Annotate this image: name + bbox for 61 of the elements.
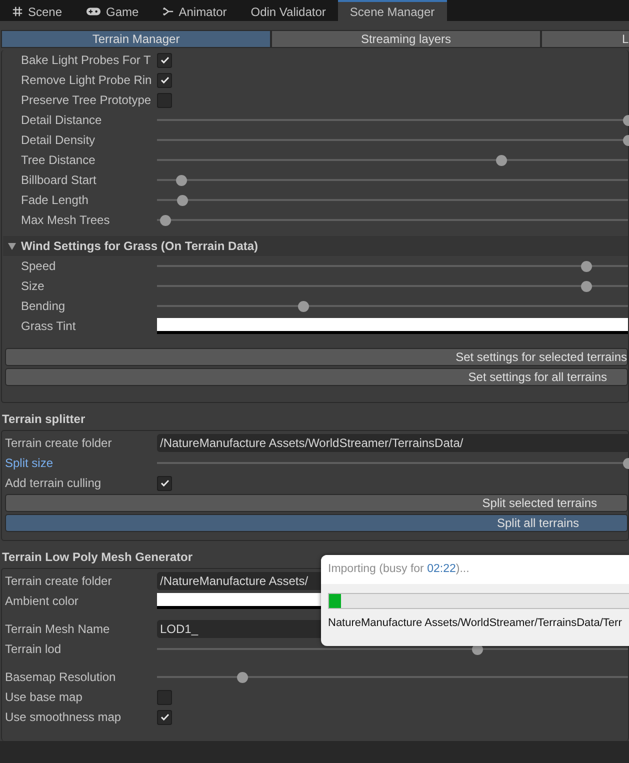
section-title: Terrain splitter (1, 411, 86, 428)
window-tab[interactable]: Scene Manager (338, 0, 447, 21)
field-label: Remove Light Probe Rin (20, 73, 153, 87)
checkbox[interactable] (157, 476, 172, 490)
checkbox[interactable] (157, 690, 172, 704)
branch-icon (162, 6, 174, 17)
progress-detail: NatureManufacture Assets/WorldStreamer/TerrainsData/Terr (328, 617, 623, 629)
field-label: Size (20, 279, 46, 293)
toolbar-tab[interactable]: Terrain Manager (1, 30, 271, 48)
gamepad-icon (86, 6, 102, 17)
slider-thumb[interactable] (176, 174, 187, 186)
field-label: Preserve Tree Prototype (20, 93, 152, 107)
window-tab[interactable]: Animator (150, 0, 239, 21)
field-label: Detail Distance (20, 113, 103, 127)
action-button[interactable]: Set settings for selected terrains (5, 348, 628, 366)
field-label: Split size (5, 456, 54, 470)
field-label: Speed (20, 259, 57, 273)
toolbar-tab[interactable]: L (541, 30, 629, 48)
field-label: Use base map (5, 690, 84, 704)
window-tab[interactable]: Odin Validator (238, 0, 338, 21)
text-field[interactable]: /NatureManufacture Assets/WorldStreamer/TerrainsData/ (157, 434, 628, 452)
field-label: Use smoothness map (5, 710, 122, 724)
field-label: Ambient color (5, 594, 80, 608)
slider-thumb[interactable] (580, 260, 592, 272)
action-button[interactable]: Split selected terrains (5, 494, 628, 512)
checkbox[interactable] (157, 92, 172, 108)
field-label: Fade Length (20, 193, 90, 207)
checkbox[interactable] (157, 52, 172, 68)
field-label: Tree Distance (20, 153, 96, 167)
field-label: Max Mesh Trees (20, 213, 111, 227)
action-button[interactable]: Set settings for all terrains (5, 368, 628, 386)
field-label: Detail Density (20, 133, 96, 147)
dialog-title: Importing (busy for 02:22)... (321, 555, 629, 584)
window-tab[interactable]: Game (74, 0, 151, 21)
checkbox[interactable] (157, 710, 172, 724)
slider-thumb[interactable] (160, 214, 171, 226)
checkmark-icon (160, 478, 170, 488)
field-label: Bending (20, 299, 66, 313)
action-button[interactable]: Split all terrains (5, 514, 628, 532)
color-field[interactable] (157, 318, 628, 334)
checkmark-icon (160, 712, 170, 722)
field-label: Terrain create folder (5, 574, 113, 588)
section-title: Wind Settings for Grass (On Terrain Data) (21, 239, 258, 253)
slider-thumb[interactable] (236, 672, 248, 682)
slider-thumb[interactable] (176, 194, 188, 206)
field-label: Terrain lod (5, 642, 62, 656)
field-label: Terrain create folder (5, 436, 113, 450)
field-label: Billboard Start (20, 173, 98, 187)
field-label: Grass Tint (20, 319, 77, 333)
field-label: Add terrain culling (5, 476, 102, 490)
grid-icon (12, 6, 23, 17)
field-label: Basemap Resolution (5, 670, 117, 684)
slider-thumb[interactable] (298, 300, 309, 312)
checkbox[interactable] (157, 72, 172, 88)
window-tab[interactable]: Scene (0, 0, 74, 21)
slider-thumb[interactable] (496, 154, 507, 166)
slider-thumb[interactable] (580, 280, 592, 292)
field-label: Bake Light Probes For T (20, 53, 152, 67)
foldout-header[interactable]: Wind Settings for Grass (On Terrain Data) (3, 236, 628, 256)
toolbar-tab[interactable]: Streaming layers (271, 30, 541, 48)
field-label: Terrain Mesh Name (5, 622, 111, 636)
